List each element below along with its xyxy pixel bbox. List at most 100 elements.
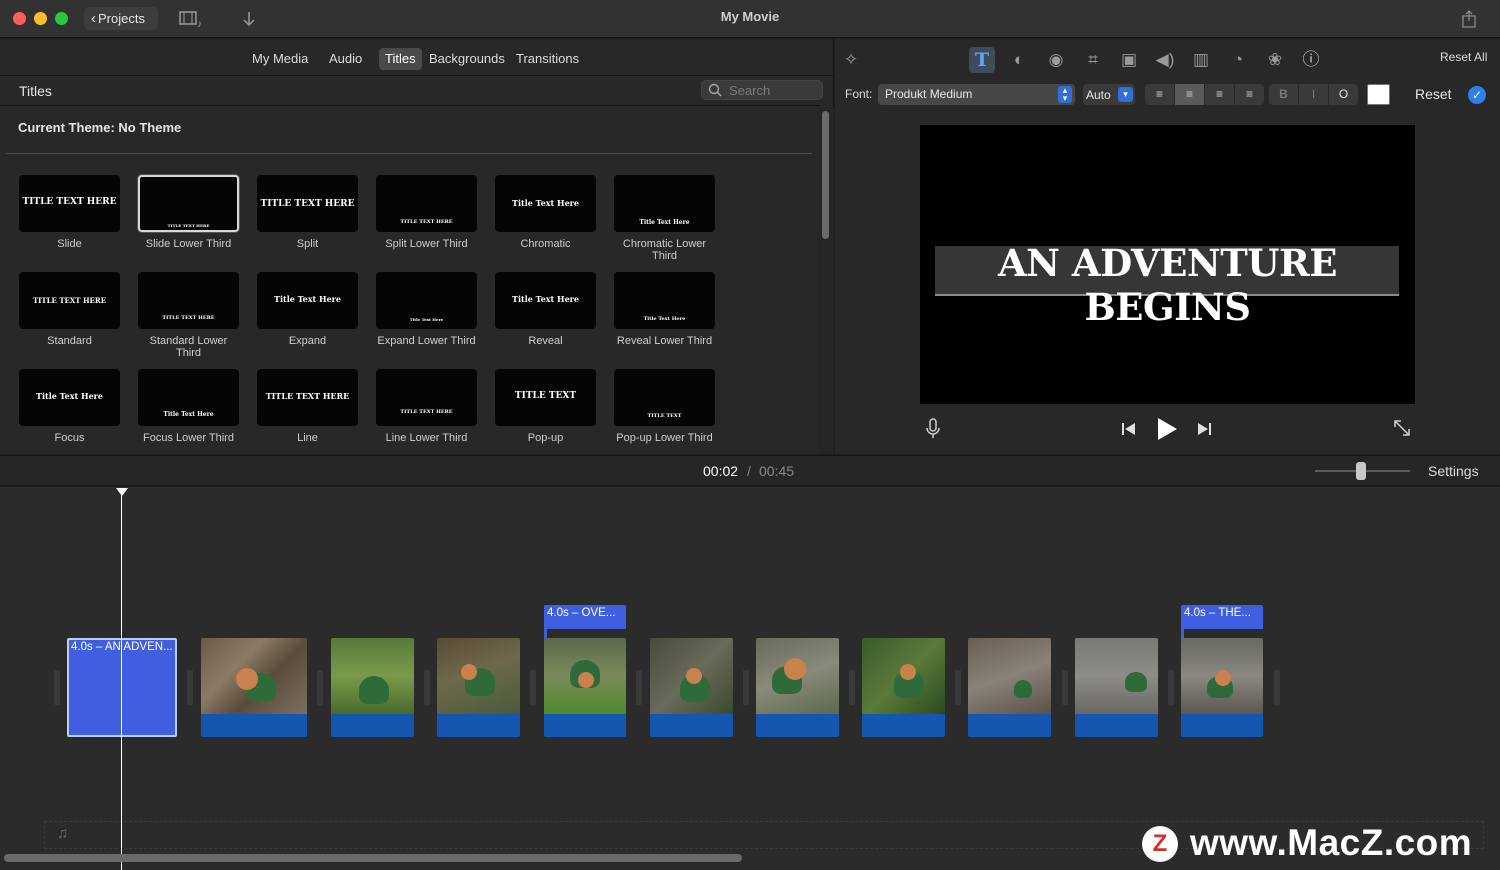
font-size-select[interactable]: Auto ▾ <box>1083 84 1135 105</box>
video-clip[interactable] <box>650 638 733 737</box>
font-size-value: Auto <box>1086 88 1111 102</box>
video-clip[interactable] <box>544 638 626 737</box>
reset-button[interactable]: Reset <box>1415 86 1452 102</box>
tab-my-media[interactable]: My Media <box>246 48 314 70</box>
tab-transitions[interactable]: Transitions <box>510 48 585 70</box>
thumbnail-preview-text: TITLE TEXT HERE <box>260 199 355 209</box>
title-thumbnail[interactable]: TITLE TEXT HERE <box>376 175 477 232</box>
time-separator: / <box>747 463 751 479</box>
align-left-icon: ≡ <box>1155 87 1163 101</box>
playhead[interactable] <box>121 495 122 870</box>
thumbnail-preview-text: TITLE TEXT <box>514 391 577 401</box>
clip-audio-track <box>437 714 520 737</box>
video-clip[interactable] <box>862 638 945 737</box>
video-clip[interactable] <box>968 638 1051 737</box>
filter-icon[interactable]: ❀ <box>1262 47 1288 73</box>
title-thumbnail[interactable]: TITLE TEXT HERE <box>257 369 358 426</box>
title-thumbnail[interactable]: Title Text Here <box>614 272 715 329</box>
settings-button[interactable]: Settings <box>1428 463 1479 479</box>
clip-gap <box>849 670 855 705</box>
title-thumbnail[interactable]: TITLE TEXT HERE <box>19 272 120 329</box>
color-balance-icon[interactable]: ◐ <box>1006 47 1032 73</box>
browser-scrollbar[interactable] <box>818 107 834 454</box>
search-input[interactable]: Search <box>701 80 823 100</box>
stabilization-camera-icon[interactable]: ▣ <box>1116 47 1142 73</box>
title-text-icon[interactable]: T <box>969 47 995 73</box>
clip-audio-track <box>544 714 626 737</box>
info-icon[interactable]: ⓘ <box>1298 47 1324 73</box>
crop-icon[interactable]: ⌗ <box>1080 47 1106 73</box>
tab-audio[interactable]: Audio <box>323 48 368 70</box>
title-thumbnail[interactable]: TITLE TEXT HERE <box>257 175 358 232</box>
share-icon[interactable] <box>1459 9 1479 29</box>
fullscreen-icon[interactable] <box>1392 418 1412 438</box>
color-palette-icon[interactable]: ◉ <box>1043 47 1069 73</box>
title-thumbnail[interactable]: TITLE TEXT <box>614 369 715 426</box>
timeline-scrollbar-thumb[interactable] <box>4 854 742 862</box>
clip-audio-track <box>650 714 733 737</box>
title-thumbnail[interactable]: TITLE TEXT HERE <box>19 175 120 232</box>
clip-audio-track <box>1075 714 1158 737</box>
volume-icon[interactable]: ◀) <box>1152 47 1178 73</box>
clip-audio-track <box>756 714 839 737</box>
equalizer-icon[interactable]: ▥ <box>1188 47 1214 73</box>
title-thumbnail[interactable]: Title Text Here <box>495 175 596 232</box>
align-center-icon: ≡ <box>1185 87 1193 101</box>
title-thumbnail[interactable]: Title Text Here <box>614 175 715 232</box>
video-preview[interactable]: AN ADVENTURE BEGINS <box>920 125 1415 404</box>
tab-backgrounds[interactable]: Backgrounds <box>423 48 511 70</box>
playhead-handle[interactable] <box>116 488 128 496</box>
outline-button[interactable]: O <box>1329 84 1358 105</box>
title-name-label: Reveal Lower Third <box>616 335 713 347</box>
title-thumbnail[interactable]: TITLE TEXT HERE <box>376 369 477 426</box>
title-thumbnail[interactable]: Title Text Here <box>495 272 596 329</box>
clip-audio-track <box>968 714 1051 737</box>
thumbnail-preview-text: Title Text Here <box>639 219 690 226</box>
align-left-button[interactable]: ≡ <box>1145 84 1174 105</box>
video-clip[interactable] <box>1181 638 1263 737</box>
thumbnail-preview-text: Title Text Here <box>163 411 214 418</box>
title-overlay-label: 4.0s – THE... <box>1184 607 1251 619</box>
title-name-label: Chromatic <box>520 238 571 250</box>
video-clip[interactable] <box>331 638 414 737</box>
scrollbar-thumb[interactable] <box>822 111 829 239</box>
title-overlay-tag[interactable]: 4.0s – OVE... <box>544 605 626 629</box>
title-overlay-tag[interactable]: 4.0s – THE... <box>1181 605 1263 629</box>
timeline[interactable]: 4.0s – AN ADVEN... 4.0s – OVE... 4.0s – … <box>0 487 1500 870</box>
title-thumbnail[interactable]: Title Text Here <box>138 369 239 426</box>
apply-checkmark-icon[interactable]: ✓ <box>1468 86 1486 104</box>
speed-icon[interactable]: ◔ <box>1225 47 1251 73</box>
skip-back-icon[interactable] <box>1120 420 1138 438</box>
reset-all-button[interactable]: Reset All <box>1440 50 1487 64</box>
title-thumbnail[interactable]: TITLE TEXT HERE <box>138 272 239 329</box>
text-color-swatch[interactable] <box>1367 84 1390 105</box>
title-thumbnail[interactable]: TITLE TEXT <box>495 369 596 426</box>
title-thumbnail[interactable]: Title Text Here <box>19 369 120 426</box>
watermark-text: www.MacZ.com <box>1190 822 1473 863</box>
video-clip[interactable] <box>437 638 520 737</box>
video-clip[interactable] <box>201 638 307 737</box>
zoom-slider-knob[interactable] <box>1356 462 1366 480</box>
align-center-button[interactable]: ≡ <box>1175 84 1204 105</box>
title-thumbnail[interactable]: TITLE TEXT HERE <box>138 175 239 232</box>
clip-gap <box>424 670 430 705</box>
title-thumbnail[interactable]: Title Text Here <box>257 272 358 329</box>
bold-button[interactable]: B <box>1269 84 1298 105</box>
title-clip[interactable]: 4.0s – AN ADVEN... <box>67 638 177 737</box>
font-select[interactable]: Produkt Medium ▴ ▾ <box>878 84 1075 105</box>
tab-titles[interactable]: Titles <box>379 48 422 70</box>
justify-button[interactable]: ≡ <box>1235 84 1264 105</box>
video-clip[interactable] <box>1075 638 1158 737</box>
thumbnail-preview-text: TITLE TEXT HERE <box>400 409 453 415</box>
clip-gap <box>54 670 60 705</box>
microphone-icon[interactable] <box>925 417 941 441</box>
title-thumbnail[interactable]: Title Text Here <box>376 272 477 329</box>
italic-button[interactable]: I <box>1299 84 1328 105</box>
align-right-button[interactable]: ≡ <box>1205 84 1234 105</box>
clip-gap <box>1168 670 1174 705</box>
video-clip[interactable] <box>756 638 839 737</box>
skip-forward-icon[interactable] <box>1195 420 1213 438</box>
preview-title-text[interactable]: AN ADVENTURE BEGINS <box>920 241 1415 329</box>
play-icon[interactable] <box>1155 416 1179 442</box>
magic-wand-icon[interactable]: ✧ <box>838 47 864 73</box>
